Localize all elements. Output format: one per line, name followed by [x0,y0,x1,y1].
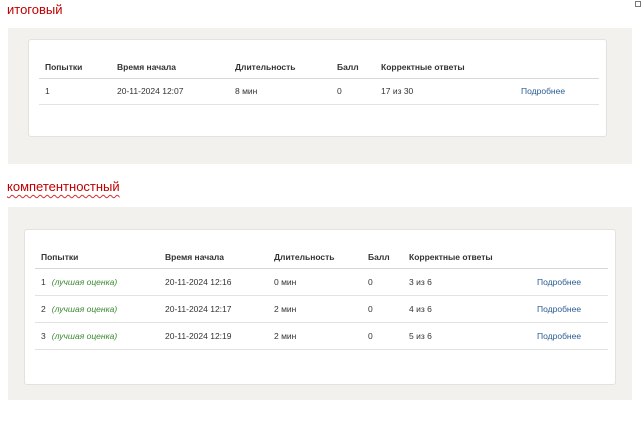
start-time: 20-11-2024 12:07 [111,78,229,105]
header-correct-answers: Корректные ответы [375,56,515,79]
details-cell: Подробнее [531,322,608,350]
correct-answers: 3 из 6 [403,268,531,296]
window-corner-handle [635,1,641,7]
header-attempts: Попытки [35,246,159,269]
header-score: Балл [331,56,375,79]
correct-answers: 4 из 6 [403,295,531,323]
header-start-time: Время начала [159,246,268,269]
table-row: 1 (лучшая оценка) 20-11-2024 12:16 0 мин … [35,268,608,296]
score: 0 [362,322,403,350]
header-correct-answers: Корректные ответы [403,246,531,269]
table-row: 2 (лучшая оценка) 20-11-2024 12:17 2 мин … [35,295,608,323]
section-title-final: итоговый [7,2,63,17]
section-title-competency: компетентностный [7,179,120,194]
header-duration: Длительность [229,56,331,79]
best-grade-note: (лучшая оценка) [51,276,118,287]
header-duration: Длительность [268,246,362,269]
attempt-cell: 2 (лучшая оценка) [35,295,159,323]
duration: 0 мин [268,268,362,296]
details-link[interactable]: Подробнее [521,86,565,96]
details-cell: Подробнее [531,295,608,323]
start-time: 20-11-2024 12:16 [159,268,268,296]
correct-answers: 17 из 30 [375,78,515,105]
duration: 2 мин [268,295,362,323]
attempt-cell: 3 (лучшая оценка) [35,322,159,350]
table-header-row: Попытки Время начала Длительность Балл К… [35,246,608,269]
header-start-time: Время начала [111,56,229,79]
details-link[interactable]: Подробнее [537,331,581,341]
start-time: 20-11-2024 12:19 [159,322,268,350]
score: 0 [362,295,403,323]
header-attempts: Попытки [39,56,111,79]
attempt-number: 1 [41,276,46,287]
duration: 8 мин [229,78,331,105]
table-row: 3 (лучшая оценка) 20-11-2024 12:19 2 мин … [35,322,608,350]
attempt-number: 3 [41,330,46,341]
score: 0 [331,78,375,105]
table-row: 1 20-11-2024 12:07 8 мин 0 17 из 30 Подр… [39,78,599,105]
attempts-card: Попытки Время начала Длительность Балл К… [28,39,607,137]
start-time: 20-11-2024 12:17 [159,295,268,323]
header-score: Балл [362,246,403,269]
attempts-card: Попытки Время начала Длительность Балл К… [24,229,616,385]
best-grade-note: (лучшая оценка) [51,330,118,341]
header-details [531,246,608,269]
details-link[interactable]: Подробнее [537,277,581,287]
attempts-table: Попытки Время начала Длительность Балл К… [35,246,608,350]
duration: 2 мин [268,322,362,350]
details-link[interactable]: Подробнее [537,304,581,314]
score: 0 [362,268,403,296]
header-details [515,56,599,79]
details-cell: Подробнее [531,268,608,296]
attempt-number: 2 [41,303,46,314]
table-header-row: Попытки Время начала Длительность Балл К… [39,56,599,79]
best-grade-note: (лучшая оценка) [51,303,118,314]
attempt-cell: 1 (лучшая оценка) [35,268,159,296]
correct-answers: 5 из 6 [403,322,531,350]
attempt-number: 1 [39,78,111,105]
attempts-panel-final: Попытки Время начала Длительность Балл К… [8,28,632,164]
attempts-panel-competency: Попытки Время начала Длительность Балл К… [8,207,632,400]
attempts-table: Попытки Время начала Длительность Балл К… [39,56,599,105]
details-cell: Подробнее [515,78,599,105]
